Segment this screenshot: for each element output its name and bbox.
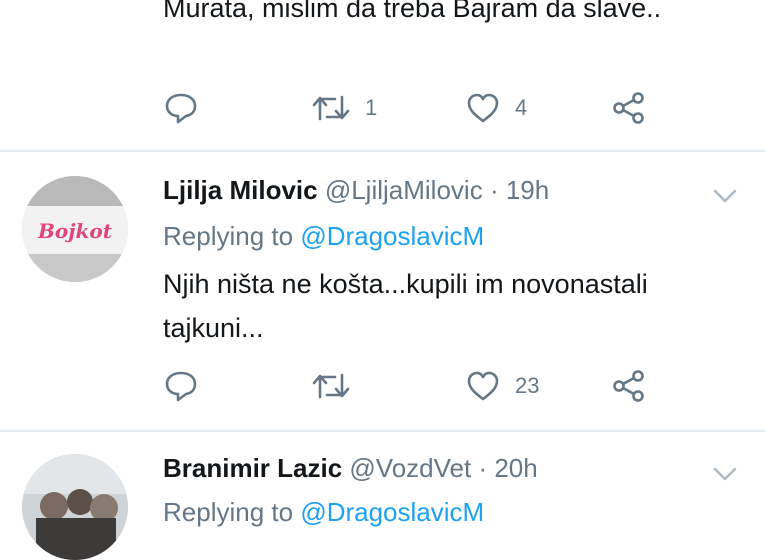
tweet-2[interactable]: Bojkot Ljilja Milovic @LjiljaMilovic · 1… (0, 152, 765, 430)
share-button[interactable] (611, 88, 647, 128)
tweet-actions: 23 (163, 366, 683, 406)
tweet-actions: 1 4 (163, 88, 683, 128)
replying-to-label: Replying to (163, 497, 301, 527)
mention-link[interactable]: @DragoslavicM (300, 497, 484, 527)
chevron-down-icon[interactable] (710, 186, 740, 206)
reply-button[interactable] (163, 88, 199, 128)
reply-icon (165, 93, 197, 124)
mention-link[interactable]: @DragoslavicM (300, 221, 484, 251)
avatar[interactable] (22, 454, 128, 560)
tweet-header: Ljilja Milovic @LjiljaMilovic · 19h (163, 174, 549, 206)
like-count: 4 (515, 95, 528, 120)
avatar-image: Bojkot (22, 176, 128, 282)
user-handle[interactable]: @VozdVet (349, 453, 471, 483)
retweet-button[interactable] (311, 366, 365, 406)
avatar-logo-text: Bojkot (37, 219, 113, 243)
timestamp[interactable]: · 20h (478, 453, 537, 483)
heart-icon (467, 93, 499, 123)
tweet-text: Murata, mislim da treba Bajram da slave.… (163, 0, 662, 23)
retweet-button[interactable]: 1 (311, 88, 377, 128)
retweet-count: 1 (365, 95, 378, 120)
display-name[interactable]: Ljilja Milovic (163, 175, 318, 205)
tweet-3[interactable]: Branimir Lazic @VozdVet · 20h Replying t… (0, 432, 765, 560)
tweet-1[interactable]: Murata, mislim da treba Bajram da slave.… (0, 0, 765, 150)
retweet-icon (312, 95, 350, 121)
heart-icon (467, 371, 499, 401)
display-name[interactable]: Branimir Lazic (163, 453, 342, 483)
retweet-icon (312, 373, 350, 399)
like-button[interactable]: 23 (465, 366, 539, 406)
replying-to-label: Replying to (163, 221, 301, 251)
chevron-down-icon[interactable] (710, 464, 740, 484)
avatar[interactable]: Bojkot (22, 176, 128, 282)
timestamp[interactable]: · 19h (490, 175, 549, 205)
replying-to-line: Replying to @DragoslavicM (163, 496, 484, 528)
tweet-text: Njih ništa ne košta...kupili im novonast… (163, 269, 648, 343)
avatar-image (22, 454, 128, 560)
user-handle[interactable]: @LjiljaMilovic (325, 175, 483, 205)
reply-button[interactable] (163, 366, 199, 406)
replying-to-line: Replying to @DragoslavicM (163, 220, 484, 252)
share-button[interactable] (611, 366, 647, 406)
like-count: 23 (515, 373, 540, 398)
reply-icon (165, 371, 197, 402)
share-icon (613, 92, 644, 124)
share-icon (613, 370, 644, 402)
like-button[interactable]: 4 (465, 88, 527, 128)
tweet-header: Branimir Lazic @VozdVet · 20h (163, 452, 538, 484)
